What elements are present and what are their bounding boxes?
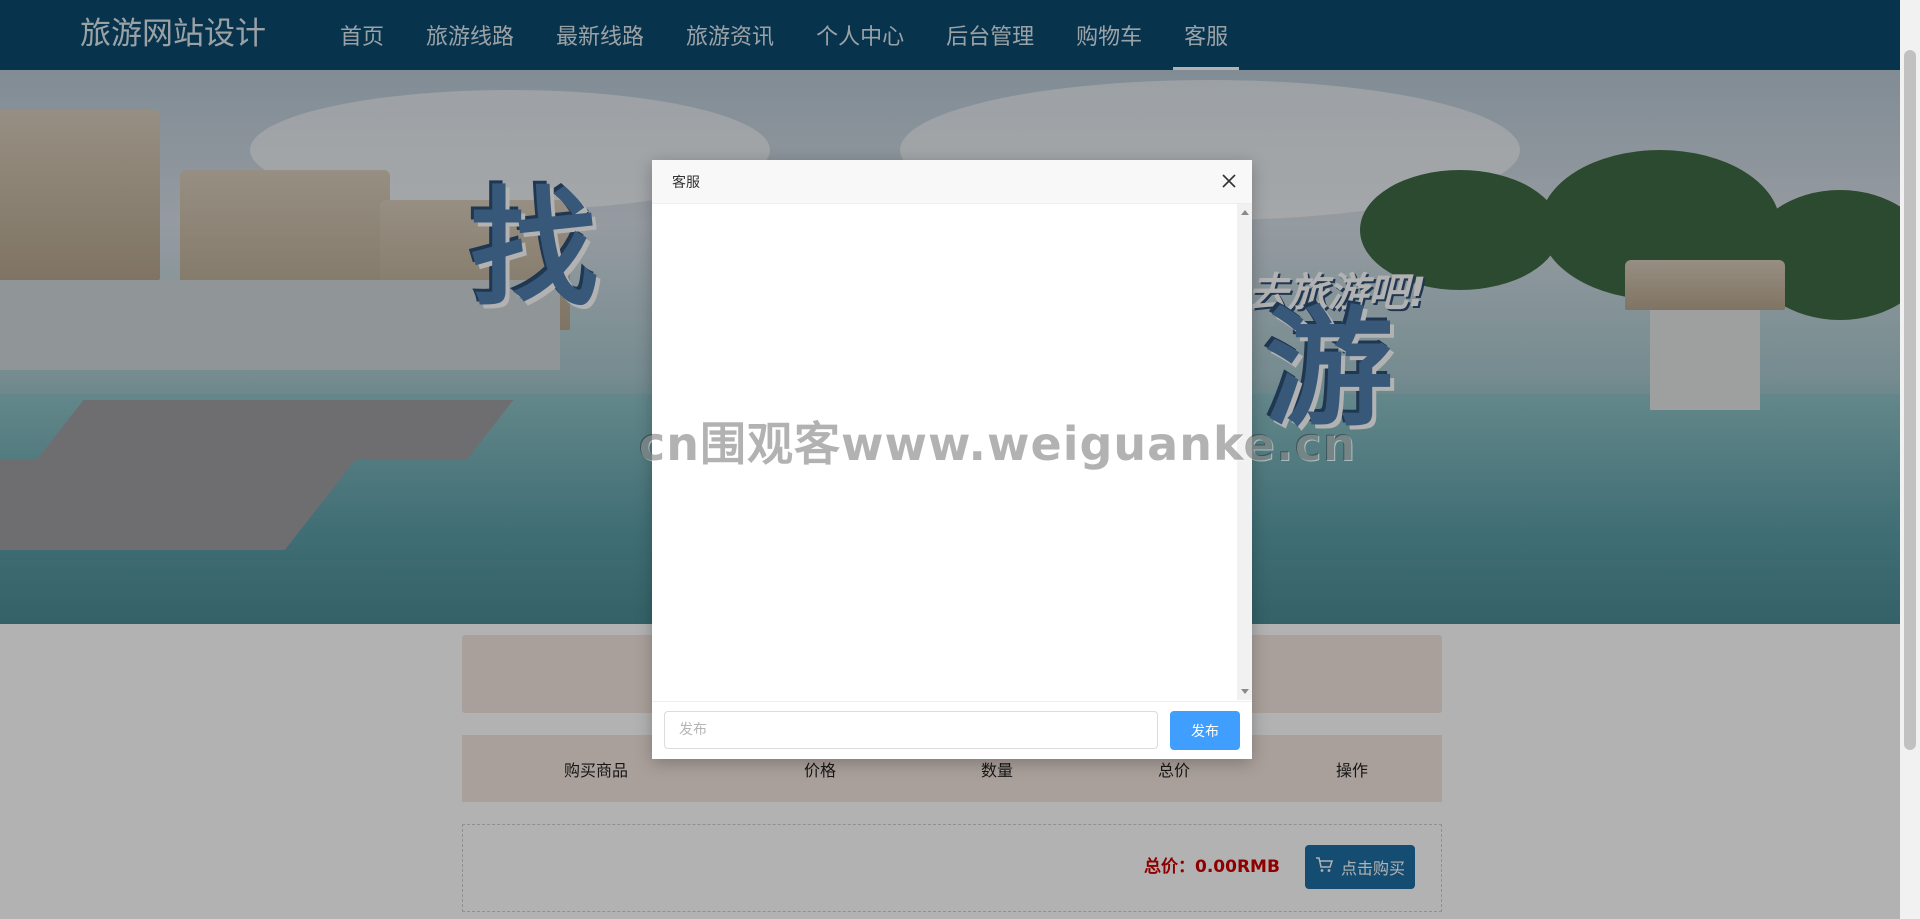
watermark: cn围观客www.weiguanke.cn (638, 417, 1357, 471)
message-input[interactable] (664, 711, 1158, 749)
page-scrollbar[interactable] (1900, 0, 1920, 919)
close-icon[interactable] (1218, 170, 1240, 192)
scroll-up-icon[interactable] (1241, 210, 1249, 215)
dialog-title: 客服 (672, 175, 700, 191)
send-button[interactable]: 发布 (1170, 711, 1240, 750)
dialog-header: 客服 (652, 160, 1252, 204)
scroll-down-icon[interactable] (1241, 689, 1249, 694)
page: 旅游网站设计 首页 旅游线路 最新线路 旅游资讯 个人中心 后台管理 购物车 客… (0, 0, 1920, 919)
page-scrollbar-thumb[interactable] (1904, 50, 1916, 750)
dialog-footer: 发布 (652, 701, 1252, 760)
